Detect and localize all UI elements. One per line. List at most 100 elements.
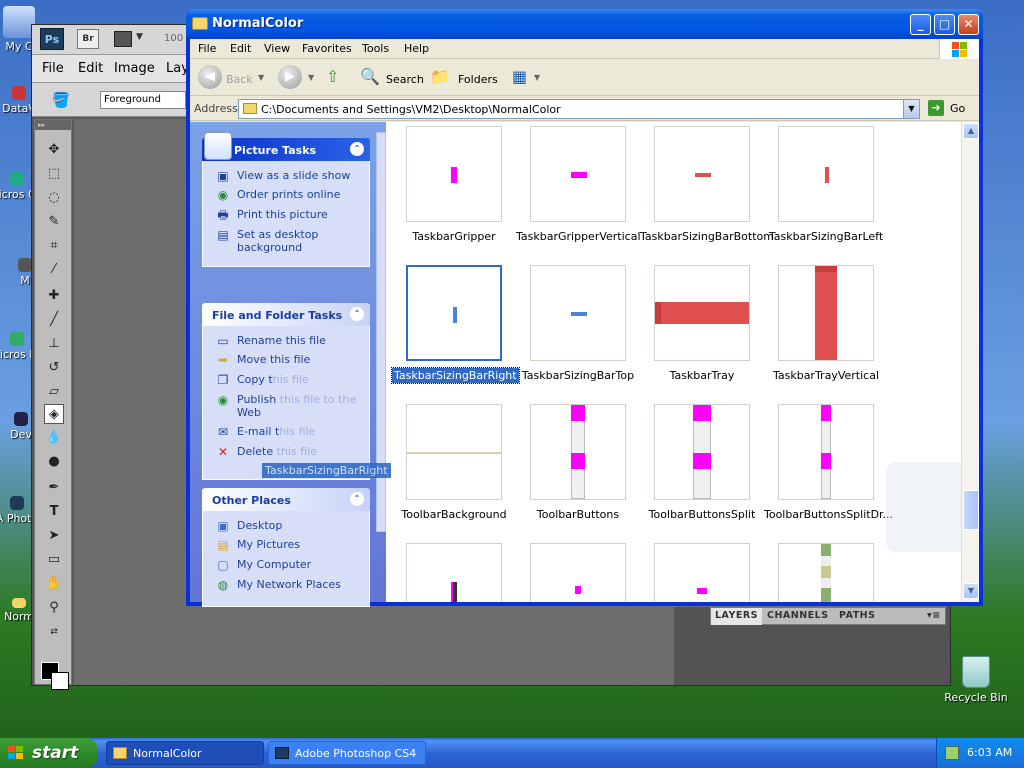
minimize-button[interactable]: _ bbox=[910, 14, 931, 35]
file-name[interactable]: TaskbarSizingBarLeft bbox=[769, 230, 883, 243]
taskbar-button-photoshop[interactable]: Adobe Photoshop CS4 bbox=[268, 741, 426, 765]
views-icon[interactable]: ▦ bbox=[512, 67, 527, 86]
menu-view[interactable]: View bbox=[264, 42, 290, 55]
file-thumbnail[interactable] bbox=[654, 404, 750, 500]
zoom-tool-icon[interactable]: ⚲ bbox=[44, 598, 64, 618]
pen-tool-icon[interactable]: ✒ bbox=[44, 478, 64, 498]
go-button[interactable]: Go bbox=[950, 102, 965, 115]
file-name[interactable]: TaskbarSizingBarTop bbox=[522, 369, 634, 382]
file-tile[interactable]: TaskbarGripper bbox=[392, 126, 516, 260]
file-tile[interactable]: TaskbarSizingBarBottom bbox=[640, 126, 774, 260]
file-tile[interactable]: ToolbarButtonsSplit bbox=[640, 404, 764, 538]
folders-button-label[interactable]: Folders bbox=[458, 73, 498, 86]
place-my-pictures[interactable]: ▤ My Pictures bbox=[203, 535, 369, 555]
taskbar-button-normalcolor[interactable]: NormalColor bbox=[106, 741, 264, 765]
ps-menu-file[interactable]: File bbox=[42, 61, 64, 76]
file-thumbnail[interactable] bbox=[406, 265, 502, 361]
file-name[interactable]: TaskbarSizingBarBottom bbox=[640, 230, 774, 243]
file-tile-selected[interactable]: TaskbarSizingBarRight bbox=[391, 265, 520, 399]
file-tile[interactable]: TaskbarSizingBarLeft bbox=[764, 126, 888, 260]
dodge-tool-icon[interactable]: ● bbox=[44, 452, 64, 472]
back-arrow-icon[interactable]: ◀ bbox=[198, 65, 222, 89]
path-selection-tool-icon[interactable]: ➤ bbox=[44, 526, 64, 546]
move-tool-icon[interactable]: ✥ bbox=[44, 140, 64, 160]
search-button-label[interactable]: Search bbox=[386, 73, 424, 86]
file-name[interactable]: ToolbarButtonsSplitDr... bbox=[764, 508, 893, 521]
file-tile[interactable]: ToolbarButtons bbox=[516, 404, 640, 538]
search-icon[interactable]: 🔍 bbox=[360, 67, 380, 86]
maximize-button[interactable]: □ bbox=[934, 14, 955, 35]
clone-stamp-tool-icon[interactable]: ⊥ bbox=[44, 334, 64, 354]
scroll-thumb[interactable] bbox=[963, 490, 979, 530]
hand-tool-icon[interactable]: ✋ bbox=[44, 574, 64, 594]
file-thumbnail[interactable] bbox=[530, 543, 626, 602]
eyedropper-tool-icon[interactable]: ⁄ bbox=[44, 260, 64, 280]
file-name[interactable]: TaskbarGripperVertical bbox=[516, 230, 641, 243]
chevron-down-icon[interactable]: ▼ bbox=[903, 100, 919, 118]
collapse-icon[interactable]: ⌃ bbox=[350, 142, 364, 156]
file-tile[interactable] bbox=[392, 543, 516, 602]
file-thumbnail[interactable] bbox=[778, 265, 874, 361]
task-rename[interactable]: ▭ Rename this file bbox=[203, 326, 369, 350]
file-tile[interactable] bbox=[764, 543, 888, 602]
file-thumbnail[interactable] bbox=[406, 543, 502, 602]
file-tile[interactable]: TaskbarTrayVertical bbox=[764, 265, 888, 399]
file-tile[interactable]: ToolbarButtonsSplitDr... bbox=[764, 404, 893, 538]
collapse-icon[interactable]: ⌃ bbox=[350, 307, 364, 321]
file-view-scrollbar[interactable]: ▲ ▼ bbox=[961, 122, 979, 602]
close-button[interactable]: ✕ bbox=[958, 14, 979, 35]
file-folder-tasks-header[interactable]: File and Folder Tasks ⌃ bbox=[202, 303, 370, 326]
blur-tool-icon[interactable]: 💧 bbox=[44, 428, 64, 448]
magic-wand-tool-icon[interactable]: ✎ bbox=[44, 212, 64, 232]
file-thumbnail[interactable] bbox=[654, 543, 750, 602]
swap-colors-icon[interactable]: ⇄ bbox=[44, 622, 64, 642]
clock[interactable]: 6:03 AM bbox=[967, 746, 1012, 759]
file-name[interactable]: ToolbarBackground bbox=[401, 508, 506, 521]
task-order-prints[interactable]: ◉ Order prints online bbox=[203, 185, 369, 205]
task-email[interactable]: ✉ E-mail this file bbox=[203, 422, 369, 442]
collapse-icon[interactable]: ⌃ bbox=[350, 492, 364, 506]
task-print[interactable]: 🖶 Print this picture bbox=[203, 205, 369, 225]
menu-edit[interactable]: Edit bbox=[230, 42, 251, 55]
task-set-background[interactable]: ▤ Set as desktop background bbox=[203, 225, 369, 257]
file-thumbnail[interactable] bbox=[530, 126, 626, 222]
place-my-network[interactable]: ◍ My Network Places bbox=[203, 575, 369, 595]
scroll-up-icon[interactable]: ▲ bbox=[963, 123, 979, 139]
tab-layers[interactable]: LAYERS bbox=[711, 608, 763, 625]
file-tile[interactable]: TaskbarTray bbox=[640, 265, 764, 399]
bridge-button[interactable]: Br bbox=[77, 29, 99, 49]
other-places-header[interactable]: Other Places ⌃ bbox=[202, 488, 370, 511]
file-thumbnail[interactable] bbox=[778, 543, 874, 602]
forward-history-chevron-icon[interactable]: ▼ bbox=[308, 73, 314, 82]
task-slideshow[interactable]: ▣ View as a slide show bbox=[203, 161, 369, 185]
back-button-label[interactable]: Back bbox=[226, 73, 253, 86]
file-thumbnail[interactable] bbox=[778, 404, 874, 500]
desktop-icon-recycle-bin[interactable]: Recycle Bin bbox=[944, 656, 1008, 704]
fill-source-select[interactable]: Foreground bbox=[100, 91, 186, 109]
menu-tools[interactable]: Tools bbox=[362, 42, 389, 55]
place-my-computer[interactable]: ▢ My Computer bbox=[203, 555, 369, 575]
ps-menu-edit[interactable]: Edit bbox=[78, 61, 103, 76]
task-move[interactable]: ➥ Move this file bbox=[203, 350, 369, 370]
tray-network-icon[interactable] bbox=[945, 746, 959, 760]
file-thumbnail[interactable] bbox=[778, 126, 874, 222]
paint-bucket-tool-icon[interactable]: ◈ bbox=[44, 404, 64, 424]
background-color-swatch[interactable] bbox=[51, 672, 69, 690]
views-chevron-icon[interactable]: ▼ bbox=[534, 73, 540, 82]
history-brush-tool-icon[interactable]: ↺ bbox=[44, 358, 64, 378]
address-input[interactable]: C:\Documents and Settings\VM2\Desktop\No… bbox=[238, 99, 920, 119]
up-folder-icon[interactable]: ⇧ bbox=[326, 67, 339, 86]
lasso-tool-icon[interactable]: ◌ bbox=[44, 188, 64, 208]
scroll-down-icon[interactable]: ▼ bbox=[963, 583, 979, 599]
place-desktop[interactable]: ▣ Desktop bbox=[203, 511, 369, 535]
go-arrow-icon[interactable]: ➜ bbox=[928, 100, 944, 116]
file-tile[interactable]: TaskbarSizingBarTop bbox=[516, 265, 640, 399]
back-history-chevron-icon[interactable]: ▼ bbox=[258, 73, 264, 82]
file-tile[interactable]: ToolbarBackground bbox=[392, 404, 516, 538]
picture-tasks-header[interactable]: Picture Tasks ⌃ bbox=[202, 132, 370, 161]
task-pane-scrollbar[interactable] bbox=[376, 122, 386, 602]
zoom-level[interactable]: 100 bbox=[164, 33, 183, 44]
menu-favorites[interactable]: Favorites bbox=[302, 42, 352, 55]
file-thumbnail[interactable] bbox=[406, 404, 502, 500]
file-thumbnail[interactable] bbox=[654, 265, 750, 361]
